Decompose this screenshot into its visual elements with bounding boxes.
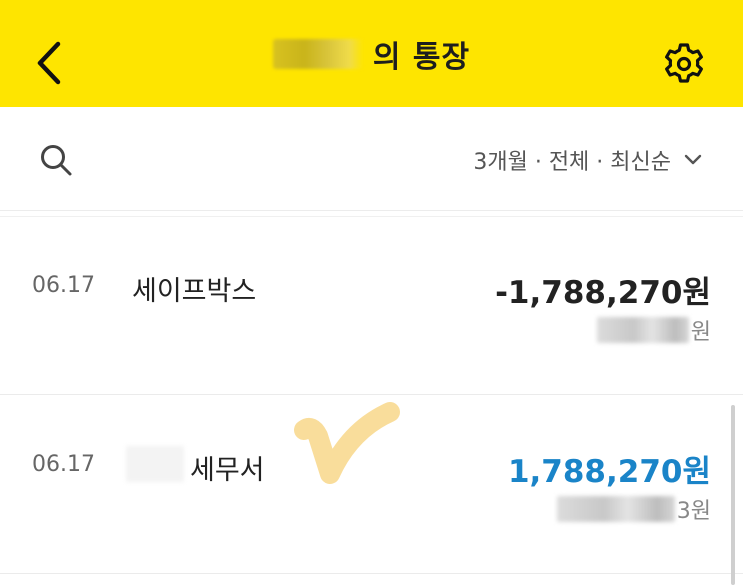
- transaction-row[interactable]: 06.17 세이프박스 -1,788,270원 원: [0, 217, 743, 395]
- transaction-amount: -1,788,270원: [495, 275, 711, 311]
- transaction-date: 06.17: [32, 273, 95, 298]
- checkmark-annotation-icon: [294, 402, 400, 484]
- search-button[interactable]: [38, 142, 74, 178]
- transaction-date: 06.17: [32, 452, 95, 477]
- balance-suffix: 3원: [676, 499, 711, 524]
- balance-suffix: 원: [690, 320, 711, 345]
- filter-label: 3개월 · 전체 · 최신순: [473, 150, 671, 175]
- transaction-amount: 1,788,270원: [507, 454, 711, 490]
- transaction-balance: 원: [596, 314, 711, 346]
- redacted-account-name: [272, 38, 363, 69]
- app-header: 의 통장: [0, 0, 743, 107]
- page-title: 의 통장: [372, 39, 471, 75]
- transaction-name: 세무서: [190, 455, 265, 486]
- transaction-balance: 3원: [556, 493, 711, 525]
- search-icon: [41, 145, 72, 176]
- redacted-balance: [596, 317, 689, 343]
- redacted-name-prefix: [126, 446, 184, 482]
- redacted-balance: [556, 496, 675, 522]
- gear-icon: [665, 43, 703, 83]
- chevron-down-icon: [684, 154, 702, 165]
- settings-button[interactable]: [660, 40, 708, 88]
- title-area: 의 통장: [0, 0, 743, 107]
- transaction-name: 세이프박스: [132, 276, 257, 307]
- filter-dropdown[interactable]: 3개월 · 전체 · 최신순: [473, 145, 703, 175]
- scrollbar[interactable]: [731, 405, 735, 585]
